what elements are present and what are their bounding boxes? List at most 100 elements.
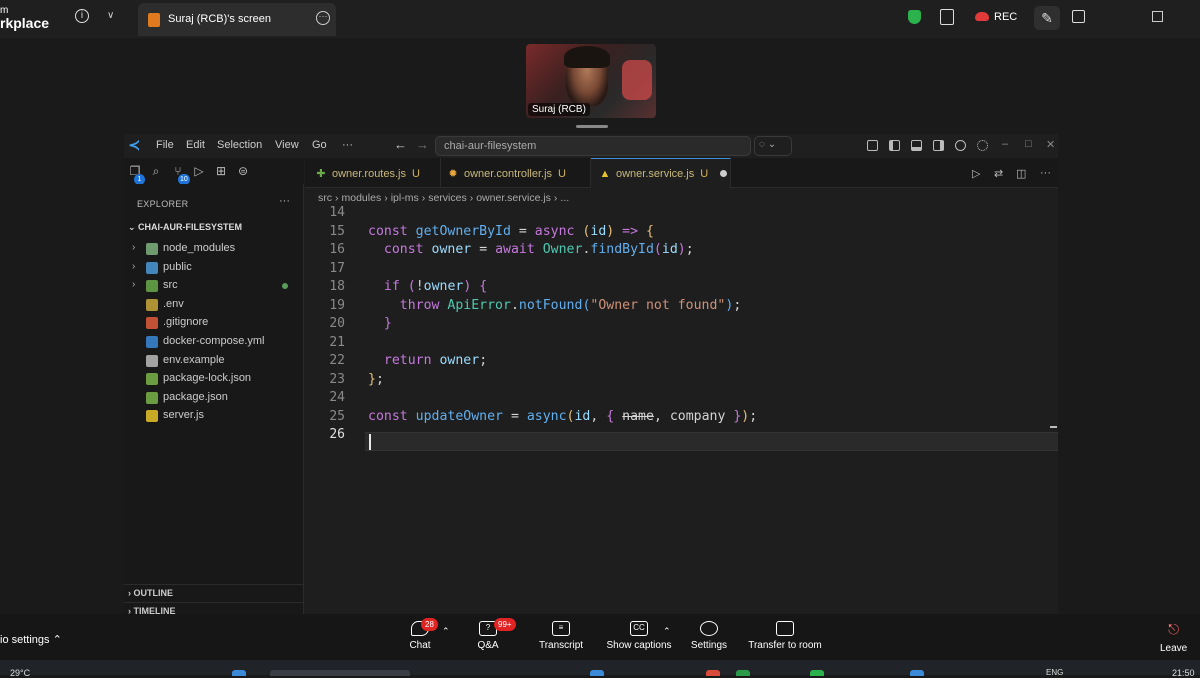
copilot-icon[interactable]: ◌ ⌄ [754,136,792,156]
chat-options-caret[interactable]: ⌃ [442,626,450,637]
transcript-button[interactable]: ≡ Transcript [536,621,586,651]
editor-more-icon[interactable]: ··· [1040,167,1051,179]
captions-cc-icon: CC [630,621,648,636]
annotate-pen-icon[interactable]: ✎ [1034,6,1060,30]
tree-item-docker-compose-yml[interactable]: docker-compose.yml [124,333,304,351]
captions-options-caret[interactable]: ⌃ [663,626,671,637]
forward-arrow-icon[interactable]: → [416,137,429,152]
toggle-sidebar-icon[interactable] [889,140,900,151]
tab-owner-service[interactable]: ▲ owner.service.js U [591,158,731,188]
toggle-panel-icon[interactable] [911,140,922,151]
language-indicator[interactable]: ENG [1046,668,1063,677]
breadcrumb-item[interactable]: src [318,192,332,204]
breadcrumb-item[interactable]: modules [342,192,382,204]
tree-item-src[interactable]: › src [124,277,304,295]
search-box[interactable] [270,670,410,676]
vscode-titlebar: ≺ File Edit Selection View Go ··· ← → ch… [124,134,1058,158]
folder-icon [146,280,158,293]
menu-edit[interactable]: Edit [186,139,205,151]
shield-icon[interactable] [908,10,921,24]
search-icon[interactable]: ⌕ [149,164,163,178]
tree-item-env[interactable]: .env [124,296,304,314]
participant-video[interactable]: Suraj (RCB) [526,44,656,118]
service-file-icon: ▲ [599,168,611,180]
twisty-icon: › [132,260,136,272]
start-icon[interactable] [232,670,246,676]
js-icon [146,410,158,423]
chevron-down-icon[interactable]: ∨ [107,10,114,21]
menu-go[interactable]: Go [312,139,327,151]
menu-view[interactable]: View [275,139,299,151]
outline-section[interactable]: › OUTLINE [128,588,173,598]
tree-item-node-modules[interactable]: › node_modules [124,240,304,258]
zoom-top-bar: m rkplace i ∨ Suraj (RCB)'s screen ··· R… [0,0,1200,38]
breadcrumb-item[interactable]: services [428,192,467,204]
run-debug-icon[interactable]: ▷ [192,164,206,178]
tab-owner-controller[interactable]: ✹ owner.controller.js U [441,158,591,188]
line-number: 25 [329,408,345,424]
code-line-15: const getOwnerById = async (id) => { [368,223,654,239]
menu-file[interactable]: File [156,139,174,151]
screen-share-tab[interactable]: Suraj (RCB)'s screen ··· [138,3,336,36]
menu-more[interactable]: ··· [342,139,353,151]
leave-button[interactable]: ⎋ Leave [1160,621,1187,654]
tab-owner-routes[interactable]: ✚ owner.routes.js U [305,158,441,188]
scrollbar-marker[interactable] [1050,426,1057,428]
remote-explorer-icon[interactable]: ⊜ [236,164,250,178]
breadcrumb-separator: › [421,192,426,204]
tree-item-package-json[interactable]: package.json [124,389,304,407]
extensions-icon[interactable]: ⊞ [214,164,228,178]
clock[interactable]: 21:50 [1172,668,1195,678]
run-file-icon[interactable]: ▷ [972,167,980,180]
breadcrumb-item[interactable]: ipl-ms [391,192,419,204]
taskbar-app-icon[interactable] [706,670,720,676]
breadcrumb-item[interactable]: ... [560,192,569,204]
code-line-20: } [383,316,392,331]
maximize-icon[interactable]: □ [1025,138,1032,150]
audio-settings-button[interactable]: io settings ⌃ [0,633,62,646]
taskbar-app-icon[interactable] [910,670,924,676]
cast-icon [776,621,794,636]
breadcrumb-item[interactable]: owner.service.js [476,192,551,204]
apps-icon[interactable] [1072,10,1085,23]
code-editor[interactable]: 14 15 16 17 18 19 20 21 22 23 24 25 26 const getOwne… [305,205,1058,614]
command-center-search[interactable]: chai-aur-filesystem [435,136,751,156]
tree-item-package-lock-json[interactable]: package-lock.json [124,370,304,388]
info-icon[interactable]: i [75,9,89,23]
settings-gear-icon[interactable] [977,140,988,151]
back-arrow-icon[interactable]: ← [394,137,407,152]
settings-button[interactable]: Settings [689,621,729,651]
explorer-more-icon[interactable]: ··· [279,195,290,207]
tree-item-label: public [163,260,192,273]
tree-item-gitignore[interactable]: .gitignore [124,314,304,332]
unsaved-dot-icon[interactable] [720,170,728,177]
minimize-icon[interactable]: – [1002,138,1008,150]
customize-layout-icon[interactable] [867,140,878,151]
compare-changes-icon[interactable]: ⇄ [994,167,1003,180]
tree-item-public[interactable]: › public [124,259,304,277]
menu-selection[interactable]: Selection [217,139,262,151]
timeline-section[interactable]: › TIMELINE [128,606,176,614]
taskbar-app-icon[interactable] [736,670,750,676]
weather-temperature[interactable]: 29°C [10,668,30,678]
tree-item-server-js[interactable]: server.js [124,407,304,425]
line-number: 23 [329,371,345,387]
code-line-18: if (!owner) { [383,279,488,294]
recording-indicator[interactable]: REC [975,11,1017,23]
more-options-icon[interactable]: ··· [316,11,330,25]
taskbar-app-icon[interactable] [590,670,604,676]
breadcrumb-separator: › [469,192,474,204]
folder-icon [146,243,158,255]
transfer-to-room-button[interactable]: Transfer to room [746,621,824,651]
tree-item-env-example[interactable]: env.example [124,352,304,370]
account-icon[interactable] [955,140,966,151]
drag-handle[interactable] [576,125,608,128]
breadcrumb-separator: › [335,192,339,204]
taskbar-app-icon[interactable] [810,670,824,676]
workspace-folder[interactable]: ⌄ CHAI-AUR-FILESYSTEM [128,222,242,233]
notes-icon[interactable] [940,9,954,25]
restore-window-icon[interactable] [1152,11,1163,22]
split-editor-icon[interactable]: ◫ [1016,167,1026,180]
close-icon[interactable]: ✕ [1046,138,1055,151]
toggle-secondary-sidebar-icon[interactable] [933,140,944,151]
